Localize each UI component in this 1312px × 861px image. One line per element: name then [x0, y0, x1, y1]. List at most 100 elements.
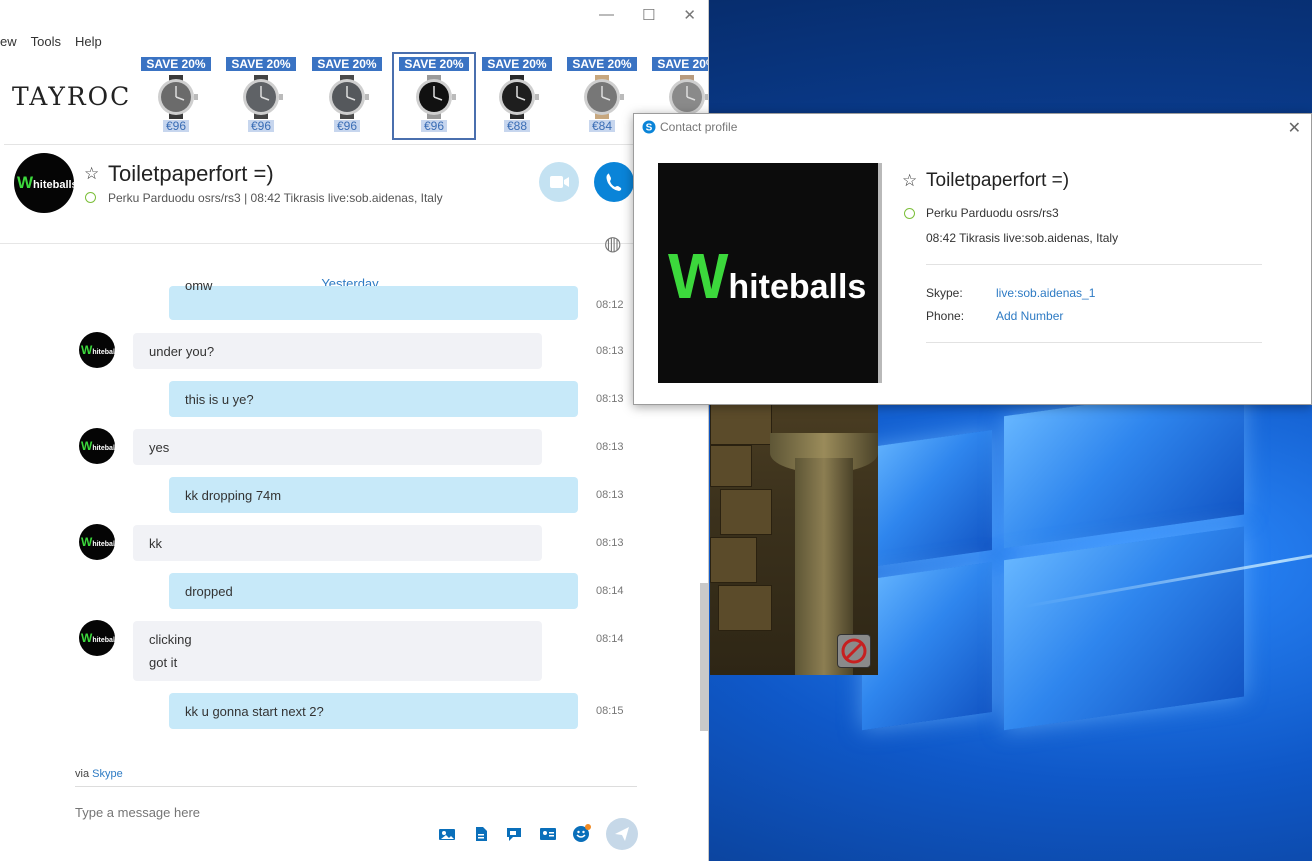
profile-status: Perku Parduodu osrs/rs3	[926, 206, 1059, 220]
maximize-button[interactable]: ☐	[642, 6, 655, 24]
window-controls: — ☐ ✕	[599, 6, 696, 24]
watch-price: €88	[504, 120, 530, 132]
message-time: 08:14	[596, 585, 624, 597]
minimize-button[interactable]: —	[599, 6, 614, 24]
close-button[interactable]: ✕	[683, 6, 696, 24]
message-text: kk dropping 74m	[185, 487, 282, 503]
video-message-icon[interactable]	[505, 826, 523, 842]
message-bubble[interactable]: kk u gonna start next 2?	[169, 693, 578, 729]
menu-tools[interactable]: Tools	[31, 34, 61, 49]
message-time: 08:12	[596, 299, 624, 311]
message-list: Yesterday omw 08:12 Whiteballsunder you?…	[0, 244, 700, 769]
send-button[interactable]	[606, 818, 638, 850]
message-text: kk	[149, 535, 162, 551]
send-image-icon[interactable]	[438, 826, 456, 842]
message-bubble[interactable]: kk	[133, 525, 542, 561]
watch-price: €84	[589, 120, 615, 132]
skype-label: Skype:	[926, 286, 963, 300]
contact-profile-window: S Contact profile ✕ Whiteballs ☆ Toiletp…	[633, 113, 1312, 405]
profile-location: 08:42 Tikrasis live:sob.aidenas, Italy	[926, 231, 1119, 245]
watch-ad-item[interactable]: SAVE 20% €96	[392, 52, 476, 140]
online-status-icon	[904, 208, 915, 219]
message-time: 08:13	[596, 345, 624, 357]
ad-banner[interactable]: TAYROC SAVE 20% €96 SAVE 20% €96 SAVE 20% €96…	[4, 52, 708, 145]
favorite-star-icon[interactable]: ☆	[902, 171, 917, 191]
watch-icon	[243, 75, 283, 119]
message-time: 08:15	[596, 705, 624, 717]
watch-icon	[158, 75, 198, 119]
save-badge: SAVE 20%	[312, 57, 382, 71]
message-text: dropped	[185, 583, 233, 599]
contact-avatar[interactable]: Whiteballs	[79, 524, 115, 560]
contact-avatar[interactable]: Whiteballs	[79, 620, 115, 656]
watch-ad-item[interactable]: SAVE 20% €96	[221, 54, 301, 140]
message-bubble[interactable]: kk dropping 74m	[169, 477, 578, 513]
watch-ad-item[interactable]: SAVE 20% €96	[307, 54, 387, 140]
message-bubble[interactable]: this is u ye?	[169, 381, 578, 417]
no-entry-icon[interactable]	[837, 634, 871, 668]
watch-price: €96	[248, 120, 274, 132]
video-camera-icon	[550, 176, 569, 188]
game-window[interactable]	[710, 403, 878, 675]
conversation-subtitle: Perku Parduodu osrs/rs3 | 08:42 Tikrasis…	[108, 191, 443, 205]
watch-icon	[329, 75, 369, 119]
save-badge: SAVE 20%	[399, 57, 469, 71]
compose-divider	[75, 786, 637, 787]
profile-divider	[926, 264, 1262, 265]
send-arrow-icon	[615, 827, 629, 841]
message-input[interactable]	[75, 805, 475, 820]
save-badge: SAVE 20%	[652, 57, 708, 71]
profile-photo: Whiteballs	[658, 163, 882, 383]
save-badge: SAVE 20%	[482, 57, 552, 71]
skype-logo-icon: S	[642, 120, 656, 134]
menu-bar: ew Tools Help	[0, 34, 102, 49]
watch-ad-item[interactable]: SAVE 20% €96	[136, 54, 216, 140]
message-text: got it	[149, 655, 178, 670]
watch-price: €96	[421, 120, 447, 132]
save-badge: SAVE 20%	[141, 57, 211, 71]
svg-text:S: S	[646, 123, 653, 134]
message-time: 08:13	[596, 393, 624, 405]
message-time: 08:14	[596, 633, 624, 645]
watch-icon	[416, 75, 456, 119]
phone-label: Phone:	[926, 309, 965, 323]
send-contact-icon[interactable]	[539, 826, 557, 842]
add-number-link[interactable]: Add Number	[996, 309, 1063, 323]
via-label: via Skype	[75, 768, 123, 780]
message-bubble[interactable]: clicking got it	[133, 621, 542, 681]
message-bubble-partial[interactable]: omw	[169, 278, 578, 320]
profile-close-button[interactable]: ✕	[1288, 118, 1301, 138]
skype-link[interactable]: Skype	[92, 768, 123, 780]
menu-help[interactable]: Help	[75, 34, 102, 49]
audio-call-button[interactable]	[594, 162, 634, 202]
conversation-title[interactable]: Toiletpaperfort =)	[108, 161, 274, 187]
menu-view[interactable]: ew	[0, 34, 17, 49]
message-text: clicking	[149, 632, 192, 647]
contact-avatar[interactable]: Whiteballs	[79, 428, 115, 464]
send-file-icon[interactable]	[472, 826, 490, 842]
contact-avatar[interactable]: Whiteballs	[79, 332, 115, 368]
save-badge: SAVE 20%	[567, 57, 637, 71]
message-time: 08:13	[596, 441, 624, 453]
message-bubble[interactable]: yes	[133, 429, 542, 465]
brand-logo[interactable]: TAYROC	[12, 82, 131, 111]
watch-icon	[584, 75, 624, 119]
message-bubble[interactable]: under you?	[133, 333, 542, 369]
online-status-icon	[85, 192, 96, 203]
watch-icon	[499, 75, 539, 119]
message-text: kk u gonna start next 2?	[185, 703, 324, 719]
scrollbar-thumb[interactable]	[700, 583, 708, 731]
contact-avatar[interactable]: Whiteballs	[14, 153, 74, 213]
conversation-header: Whiteballs ☆ Toiletpaperfort =) Perku Pa…	[0, 145, 708, 255]
message-bubble[interactable]: dropped	[169, 573, 578, 609]
watch-price: €96	[334, 120, 360, 132]
emoticon-icon[interactable]	[572, 823, 592, 843]
message-text: under you?	[149, 343, 215, 359]
watch-ad-item[interactable]: SAVE 20% €84	[562, 54, 642, 140]
favorite-star-icon[interactable]: ☆	[84, 164, 99, 184]
message-time: 08:13	[596, 489, 624, 501]
watch-ad-item[interactable]: SAVE 20% €88	[477, 54, 557, 140]
profile-divider	[926, 342, 1262, 343]
video-call-button[interactable]	[539, 162, 579, 202]
skype-id-link[interactable]: live:sob.aidenas_1	[996, 286, 1095, 300]
